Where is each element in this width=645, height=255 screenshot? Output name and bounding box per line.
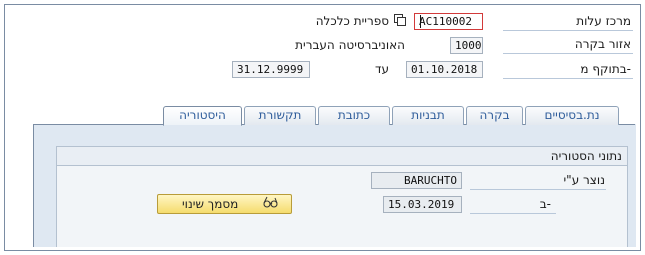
tab-history[interactable]: היסטוריה — [163, 106, 242, 126]
cost-center-label-underline — [503, 30, 633, 31]
created-on-label: ב- — [539, 197, 551, 211]
cost-center-description: ספריית כלכלה — [315, 14, 389, 28]
created-on-label-underline — [470, 213, 556, 214]
tab-basic-data[interactable]: נת.בסיסיים — [525, 106, 619, 125]
copy-icon[interactable] — [394, 14, 406, 26]
change-document-label: מסמך שינוי — [182, 197, 239, 211]
tab-address[interactable]: כתובת — [318, 106, 390, 125]
cost-center-field[interactable]: AC110002 — [414, 13, 483, 30]
glasses-icon — [263, 195, 279, 215]
controlling-area-field[interactable]: 1000 — [450, 37, 483, 54]
controlling-area-label: אזור בקרה — [574, 37, 631, 51]
tab-communication[interactable]: תקשורת — [244, 106, 316, 125]
valid-from-label: בתוקף מ- — [580, 62, 631, 76]
created-by-label: נוצר ע"י — [563, 173, 606, 187]
history-group-header — [57, 147, 627, 166]
created-by-field: BARUCHTO — [371, 172, 462, 189]
valid-to-label: עד — [374, 62, 389, 76]
history-group-title: נתוני הסטוריה — [550, 149, 622, 163]
change-document-button[interactable]: מסמך שינוי — [157, 194, 292, 214]
tab-templates[interactable]: תבניות — [392, 106, 464, 125]
controlling-area-label-underline — [503, 53, 633, 54]
valid-to-field[interactable]: 31.12.9999 — [232, 61, 310, 78]
field-cursor — [420, 15, 421, 28]
valid-from-field[interactable]: 01.10.2018 — [406, 61, 483, 78]
controlling-area-description: האוניברסיטה העברית — [295, 38, 405, 52]
tab-control[interactable]: בקרה — [466, 106, 523, 125]
created-by-label-underline — [470, 189, 606, 190]
valid-from-label-underline — [503, 78, 633, 79]
cost-center-label: מרכז עלות — [576, 14, 631, 28]
created-on-field: 15.03.2019 — [383, 196, 462, 213]
